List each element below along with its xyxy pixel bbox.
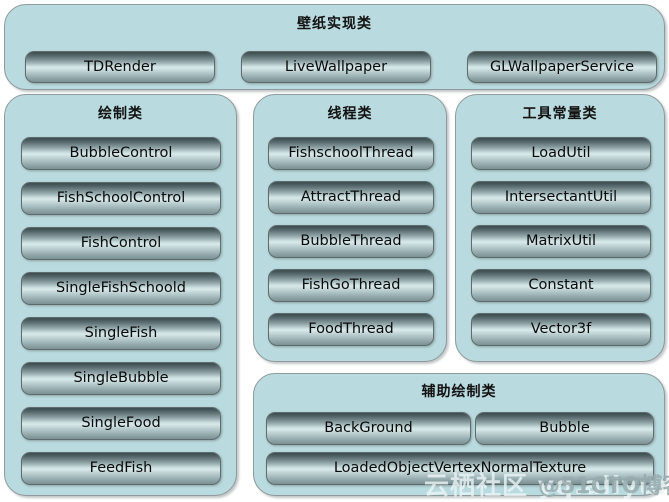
class-box-label: GLWallpaperService — [489, 58, 635, 75]
class-box-fishschoolcontrol[interactable]: FishSchoolControl — [21, 182, 221, 215]
class-box-label: SingleFish — [84, 325, 158, 342]
class-box-label: FishControl — [80, 235, 162, 252]
class-box-constant[interactable]: Constant — [471, 269, 651, 302]
class-box-label: TDRender — [84, 58, 156, 75]
class-box-label: FoodThread — [308, 321, 394, 338]
class-box-attractthread[interactable]: AttractThread — [268, 181, 434, 214]
class-box-label: Vector3f — [530, 321, 592, 338]
group-title-util-const-classes: 工具常量类 — [522, 106, 598, 122]
class-box-label: FishschoolThread — [288, 145, 414, 162]
class-box-label: LoadUtil — [531, 145, 591, 162]
class-box-glwallpaperservice[interactable]: GLWallpaperService — [467, 51, 657, 83]
class-box-label: BubbleThread — [300, 233, 402, 250]
group-panel-thread-classes: 线程类 FishschoolThread AttractThread Bubbl… — [253, 94, 447, 362]
class-box-fishgothread[interactable]: FishGoThread — [268, 269, 434, 302]
class-box-label: LoadedObjectVertexNormalTexture — [333, 460, 587, 477]
class-box-label: SingleFishSchoold — [56, 280, 186, 297]
class-box-label: Bubble — [539, 420, 590, 437]
class-box-bubblethread[interactable]: BubbleThread — [268, 225, 434, 258]
group-title-assist-render-classes: 辅助绘制类 — [421, 384, 497, 400]
class-box-loadutil[interactable]: LoadUtil — [471, 137, 651, 170]
class-box-label: BackGround — [324, 420, 413, 437]
class-box-singlebubble[interactable]: SingleBubble — [21, 362, 221, 395]
group-panel-wallpaper-impl: 壁纸实现类 TDRender LiveWallpaper GLWallpaper… — [4, 4, 665, 90]
class-box-singlefood[interactable]: SingleFood — [21, 407, 221, 440]
class-box-background[interactable]: BackGround — [266, 412, 471, 445]
class-box-label: Constant — [528, 277, 594, 294]
class-structure-diagram: 壁纸实现类 TDRender LiveWallpaper GLWallpaper… — [0, 0, 669, 501]
group-title-render-classes: 绘制类 — [98, 106, 143, 122]
group-title-wallpaper-impl: 壁纸实现类 — [297, 16, 372, 32]
class-box-label: FishSchoolControl — [56, 190, 186, 207]
class-box-vector3f[interactable]: Vector3f — [471, 313, 651, 346]
class-box-fishschoolthread[interactable]: FishschoolThread — [268, 137, 434, 170]
group-panel-util-const-classes: 工具常量类 LoadUtil IntersectantUtil MatrixUt… — [455, 94, 665, 362]
class-box-singlefishschoold[interactable]: SingleFishSchoold — [21, 272, 221, 305]
class-box-fishcontrol[interactable]: FishControl — [21, 227, 221, 260]
class-box-feedfish[interactable]: FeedFish — [21, 452, 221, 485]
class-box-label: MatrixUtil — [525, 233, 596, 250]
class-box-bubble[interactable]: Bubble — [475, 412, 654, 445]
class-box-label: SingleBubble — [73, 370, 169, 387]
class-box-livewallpaper[interactable]: LiveWallpaper — [241, 51, 431, 83]
group-title-thread-classes: 线程类 — [327, 106, 373, 122]
class-box-label: AttractThread — [300, 189, 402, 206]
group-panel-render-classes: 绘制类 BubbleControl FishSchoolControl Fish… — [4, 94, 237, 496]
class-box-tdrender[interactable]: TDRender — [25, 51, 215, 83]
class-box-label: SingleFood — [81, 415, 161, 432]
class-box-label: BubbleControl — [69, 145, 173, 162]
class-box-loadedobjectvertexnormaltexture[interactable]: LoadedObjectVertexNormalTexture — [266, 452, 654, 485]
class-box-matrixutil[interactable]: MatrixUtil — [471, 225, 651, 258]
class-box-label: IntersectantUtil — [504, 189, 618, 206]
class-box-label: LiveWallpaper — [284, 58, 388, 75]
class-box-bubblecontrol[interactable]: BubbleControl — [21, 137, 221, 170]
group-panel-assist-render-classes: 辅助绘制类 BackGround Bubble LoadedObjectVert… — [253, 373, 665, 496]
class-box-singlefish[interactable]: SingleFish — [21, 317, 221, 350]
class-box-intersectantutil[interactable]: IntersectantUtil — [471, 181, 651, 214]
class-box-label: FishGoThread — [301, 277, 401, 294]
class-box-label: FeedFish — [89, 460, 153, 477]
class-box-foodthread[interactable]: FoodThread — [268, 313, 434, 346]
